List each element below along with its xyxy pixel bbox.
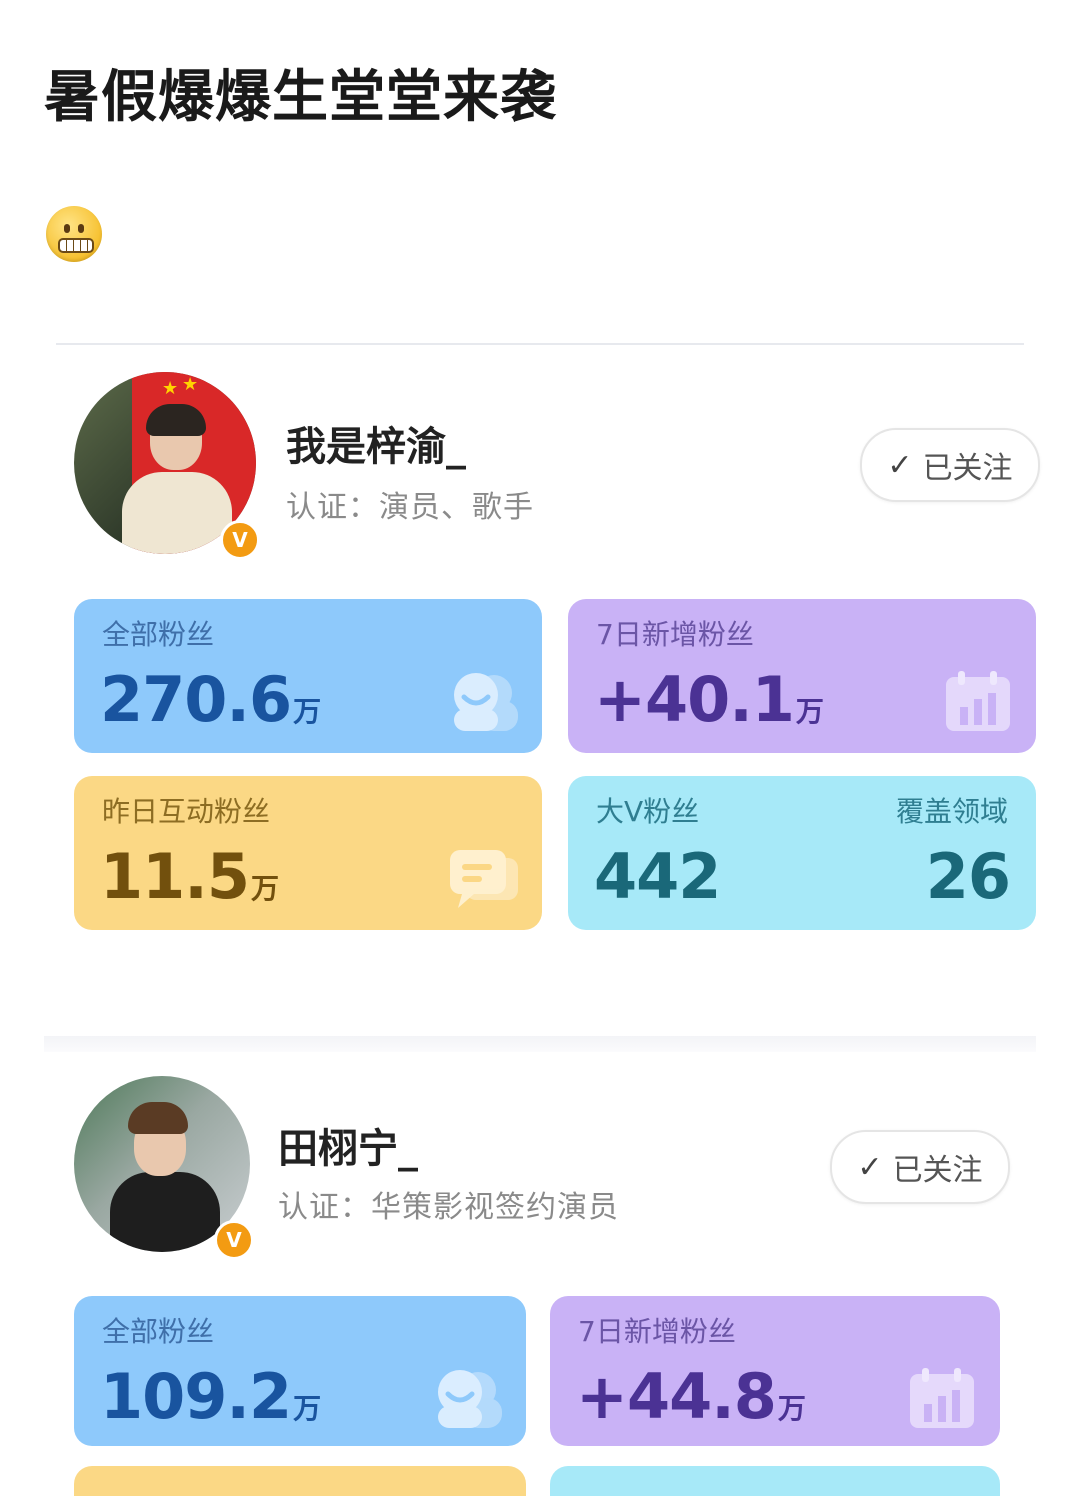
chat-bubble-icon	[450, 850, 518, 908]
interactive-fans-tile-partial[interactable]	[74, 1466, 526, 1496]
following-button[interactable]: ✓ 已关注	[860, 428, 1040, 502]
check-icon: ✓	[857, 1149, 883, 1185]
divider	[56, 343, 1024, 345]
new-fans-7d-label: 7日新增粉丝	[578, 1315, 736, 1348]
check-icon: ✓	[887, 447, 913, 483]
grimacing-face-icon	[46, 206, 102, 262]
new-fans-7d-value: +44.8万	[576, 1360, 806, 1433]
total-fans-value: 109.2万	[100, 1360, 321, 1433]
verified-badge-icon: V	[220, 520, 260, 560]
bigv-fans-value: 442	[594, 840, 721, 913]
bigv-fans-tile-partial[interactable]	[550, 1466, 1000, 1496]
profile-name: 我是梓渝_	[286, 424, 466, 470]
interactive-fans-value: 11.5万	[100, 840, 279, 913]
total-fans-label: 全部粉丝	[102, 618, 215, 651]
calendar-chart-icon	[946, 671, 1010, 731]
post-title: 暑假爆爆生堂堂来袭	[44, 65, 557, 130]
fans-icon	[454, 673, 518, 731]
profile-name: 田栩宁_	[278, 1126, 418, 1172]
bigv-fans-label: 大V粉丝	[596, 795, 700, 828]
new-fans-7d-value: +40.1万	[594, 663, 824, 736]
fans-icon	[438, 1370, 502, 1428]
bigv-fans-tile[interactable]: 大V粉丝 覆盖领域 442 26	[568, 776, 1036, 930]
following-label: 已关注	[892, 1153, 983, 1188]
following-label: 已关注	[922, 451, 1013, 486]
interactive-fans-tile[interactable]: 昨日互动粉丝 11.5万	[74, 776, 542, 930]
profile-certification: 认证：演员、歌手	[286, 490, 534, 525]
following-button[interactable]: ✓ 已关注	[830, 1130, 1010, 1204]
new-fans-7d-tile[interactable]: 7日新增粉丝 +40.1万	[568, 599, 1036, 753]
total-fans-label: 全部粉丝	[102, 1315, 215, 1348]
total-fans-tile[interactable]: 全部粉丝 109.2万	[74, 1296, 526, 1446]
coverage-label: 覆盖领域	[895, 795, 1008, 828]
new-fans-7d-tile[interactable]: 7日新增粉丝 +44.8万	[550, 1296, 1000, 1446]
section-separator	[44, 1036, 1036, 1052]
profile-certification: 认证：华策影视签约演员	[278, 1190, 619, 1225]
total-fans-value: 270.6万	[100, 663, 321, 736]
calendar-chart-icon	[910, 1368, 974, 1428]
new-fans-7d-label: 7日新增粉丝	[596, 618, 754, 651]
verified-badge-icon: V	[214, 1220, 254, 1260]
interactive-fans-label: 昨日互动粉丝	[102, 795, 271, 828]
coverage-value: 26	[925, 840, 1011, 913]
total-fans-tile[interactable]: 全部粉丝 270.6万	[74, 599, 542, 753]
